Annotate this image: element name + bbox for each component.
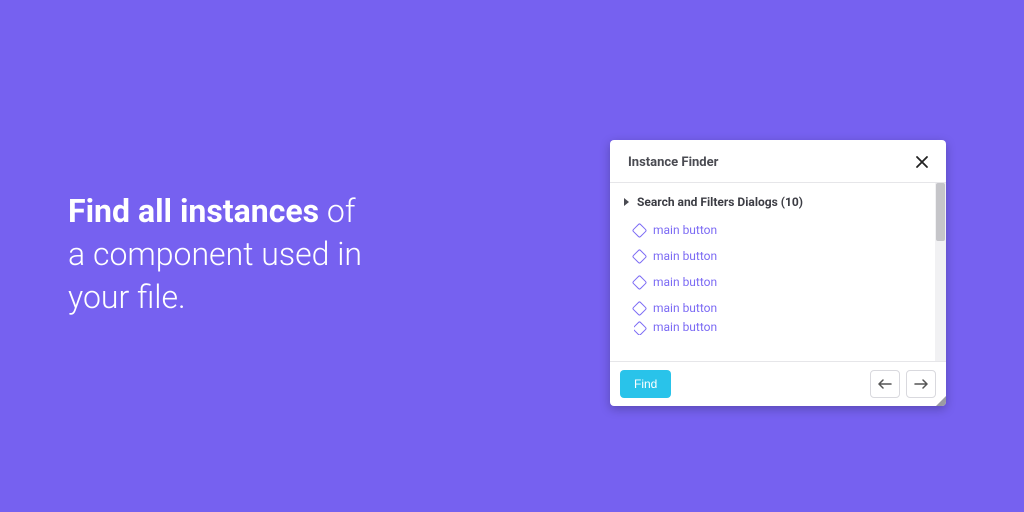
list-item[interactable]: main button bbox=[634, 321, 927, 335]
find-button[interactable]: Find bbox=[620, 370, 671, 398]
instance-icon bbox=[634, 321, 647, 335]
arrow-left-icon bbox=[878, 378, 892, 390]
instance-icon bbox=[632, 248, 648, 264]
scrollbar-thumb[interactable] bbox=[936, 183, 945, 241]
instance-label: main button bbox=[653, 301, 717, 315]
resize-handle-icon[interactable] bbox=[936, 396, 946, 406]
prev-button[interactable] bbox=[870, 370, 900, 398]
instance-icon bbox=[632, 300, 648, 316]
scrollbar[interactable] bbox=[935, 183, 946, 361]
caret-right-icon bbox=[624, 198, 629, 206]
instance-label: main button bbox=[653, 323, 717, 331]
hero-line2: a component used in bbox=[68, 235, 362, 273]
group-label: Search and Filters Dialogs (10) bbox=[637, 195, 803, 209]
results-scroll-area: Search and Filters Dialogs (10) main but… bbox=[610, 183, 935, 361]
hero-copy: Find all instances of a component used i… bbox=[68, 190, 362, 320]
hero-line3: your file. bbox=[68, 278, 186, 316]
panel-body: Search and Filters Dialogs (10) main but… bbox=[610, 183, 946, 361]
hero-bold: Find all instances bbox=[68, 192, 319, 230]
instance-list: main button main button main button main… bbox=[610, 217, 935, 335]
next-button[interactable] bbox=[906, 370, 936, 398]
instance-icon bbox=[632, 222, 648, 238]
instance-label: main button bbox=[653, 249, 717, 263]
instance-label: main button bbox=[653, 223, 717, 237]
close-icon bbox=[915, 155, 929, 169]
panel-header: Instance Finder bbox=[610, 140, 946, 183]
hero-rest1: of bbox=[319, 192, 355, 230]
instance-finder-panel: Instance Finder Search and Filters Dialo… bbox=[610, 140, 946, 406]
list-item[interactable]: main button bbox=[634, 295, 927, 321]
panel-title: Instance Finder bbox=[628, 155, 718, 170]
list-item[interactable]: main button bbox=[634, 217, 927, 243]
close-button[interactable] bbox=[912, 152, 932, 172]
instance-icon bbox=[632, 274, 648, 290]
panel-footer: Find bbox=[610, 361, 946, 406]
nav-group bbox=[870, 370, 936, 398]
arrow-right-icon bbox=[914, 378, 928, 390]
instance-label: main button bbox=[653, 275, 717, 289]
list-item[interactable]: main button bbox=[634, 269, 927, 295]
list-item[interactable]: main button bbox=[634, 243, 927, 269]
group-row[interactable]: Search and Filters Dialogs (10) bbox=[610, 193, 935, 217]
